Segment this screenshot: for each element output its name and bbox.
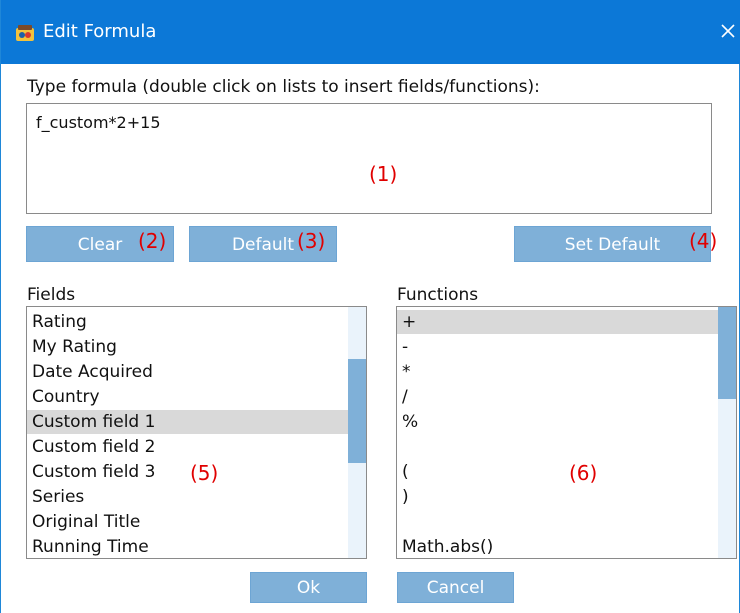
- list-item[interactable]: Date Acquired: [32, 360, 153, 384]
- list-item[interactable]: Running Time: [32, 535, 149, 558]
- list-item[interactable]: *: [402, 360, 411, 384]
- list-item[interactable]: Country: [32, 385, 100, 409]
- list-item[interactable]: %: [402, 410, 418, 434]
- callout-4: (4): [689, 229, 718, 253]
- functions-scroll-thumb[interactable]: [718, 307, 736, 399]
- ok-button-label: Ok: [296, 578, 321, 598]
- callout-3: (3): [297, 229, 326, 253]
- functions-label: Functions: [397, 285, 479, 305]
- ok-button[interactable]: Ok: [250, 572, 367, 603]
- fields-scroll-thumb[interactable]: [348, 359, 366, 463]
- clear-button-label: Clear: [77, 235, 123, 255]
- fields-list[interactable]: Rating My Rating Date Acquired Country C…: [26, 306, 367, 559]
- list-item[interactable]: /: [402, 385, 408, 409]
- list-item[interactable]: ): [402, 485, 409, 509]
- callout-2: (2): [138, 229, 167, 253]
- list-item[interactable]: Rating: [32, 310, 87, 334]
- functions-scrollbar[interactable]: [718, 307, 736, 558]
- cancel-button-label: Cancel: [426, 578, 485, 598]
- fields-label: Fields: [27, 285, 76, 305]
- set-default-button[interactable]: Set Default: [514, 226, 711, 262]
- functions-list[interactable]: + - * / % ( ) Math.abs() (6): [396, 306, 737, 559]
- formula-editor[interactable]: f_custom*2+15 (1): [26, 103, 712, 214]
- list-item[interactable]: Math.abs(): [402, 535, 493, 558]
- close-icon[interactable]: [715, 16, 740, 46]
- app-icon: [16, 25, 34, 41]
- title-bar[interactable]: Edit Formula: [1, 0, 740, 64]
- cancel-button[interactable]: Cancel: [397, 572, 514, 603]
- formula-text: f_custom*2+15: [36, 113, 161, 132]
- default-button-label: Default: [231, 235, 295, 255]
- window-title: Edit Formula: [43, 21, 157, 42]
- list-item-selected[interactable]: Custom field 1: [27, 410, 352, 434]
- formula-prompt: Type formula (double click on lists to i…: [27, 77, 540, 97]
- list-item[interactable]: Original Title: [32, 510, 140, 534]
- list-item[interactable]: My Rating: [32, 335, 117, 359]
- set-default-button-label: Set Default: [564, 235, 661, 255]
- callout-1: (1): [369, 162, 398, 186]
- list-item[interactable]: Custom field 3: [32, 460, 155, 484]
- callout-5: (5): [190, 461, 219, 485]
- list-item[interactable]: Series: [32, 485, 84, 509]
- list-item[interactable]: (: [402, 460, 409, 484]
- list-item[interactable]: -: [402, 335, 408, 359]
- edit-formula-dialog: Edit Formula Type formula (double click …: [0, 0, 740, 613]
- callout-6: (6): [569, 461, 598, 485]
- list-item-selected[interactable]: +: [397, 310, 722, 334]
- fields-scrollbar[interactable]: [348, 307, 366, 558]
- list-item[interactable]: Custom field 2: [32, 435, 155, 459]
